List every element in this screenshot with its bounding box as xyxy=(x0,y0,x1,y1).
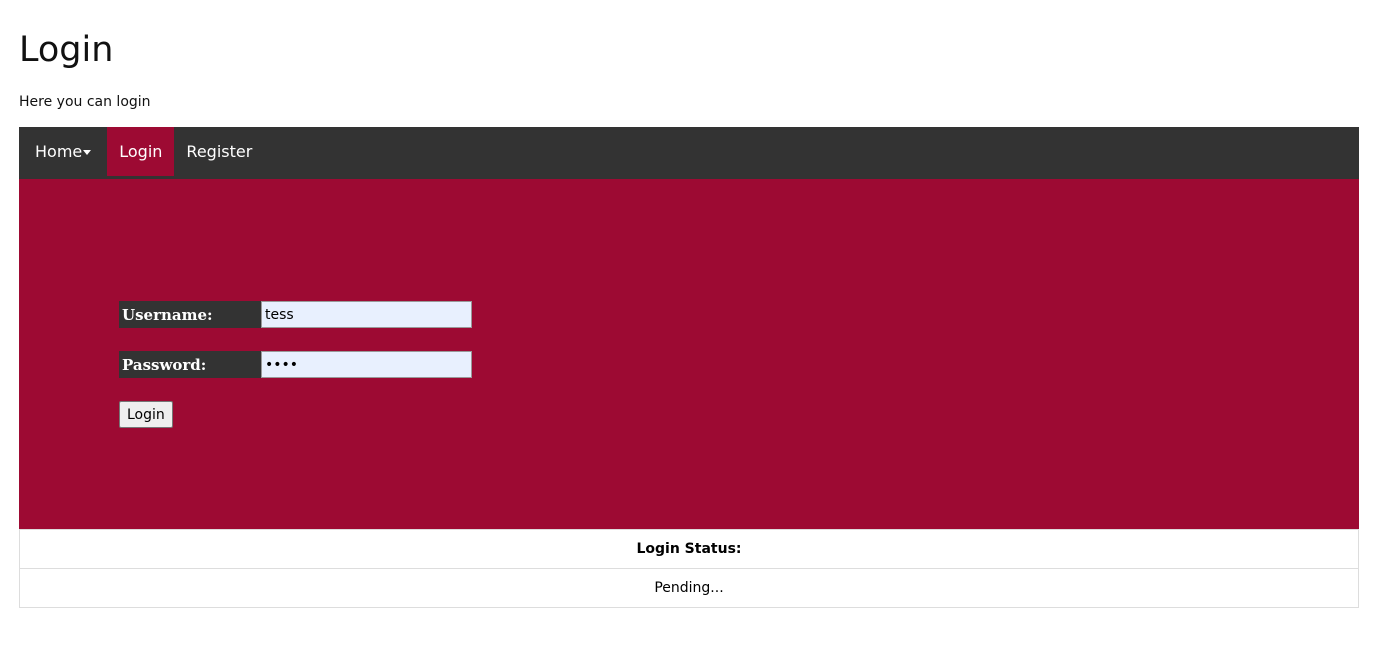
login-button[interactable]: Login xyxy=(119,401,173,428)
nav-item-home-label: Home xyxy=(35,142,83,161)
username-row: Username: xyxy=(119,301,472,328)
page: Login Here you can login Home Login Regi… xyxy=(0,0,1398,646)
nav-item-login-label: Login xyxy=(119,142,163,161)
username-field[interactable] xyxy=(261,301,472,328)
password-field[interactable] xyxy=(261,351,472,378)
page-title: Login xyxy=(19,30,114,70)
table-row: Login Status: xyxy=(19,529,1359,569)
password-row: Password: xyxy=(119,351,472,378)
caret-down-icon xyxy=(83,150,92,155)
login-status-value: Pending... xyxy=(19,568,1359,608)
password-label: Password: xyxy=(119,351,261,378)
nav-item-home[interactable]: Home xyxy=(19,127,107,176)
username-label: Username: xyxy=(119,301,261,328)
nav-item-login[interactable]: Login xyxy=(107,127,175,176)
login-status-heading: Login Status: xyxy=(19,529,1359,569)
page-subtitle: Here you can login xyxy=(19,94,151,110)
table-row: Pending... xyxy=(19,568,1359,608)
nav-item-register[interactable]: Register xyxy=(174,127,264,176)
login-status-table: Login Status: Pending... xyxy=(19,529,1359,608)
navbar: Home Login Register xyxy=(19,127,1359,179)
nav-item-register-label: Register xyxy=(186,142,253,161)
login-panel: Username: Password: Login xyxy=(19,179,1359,529)
